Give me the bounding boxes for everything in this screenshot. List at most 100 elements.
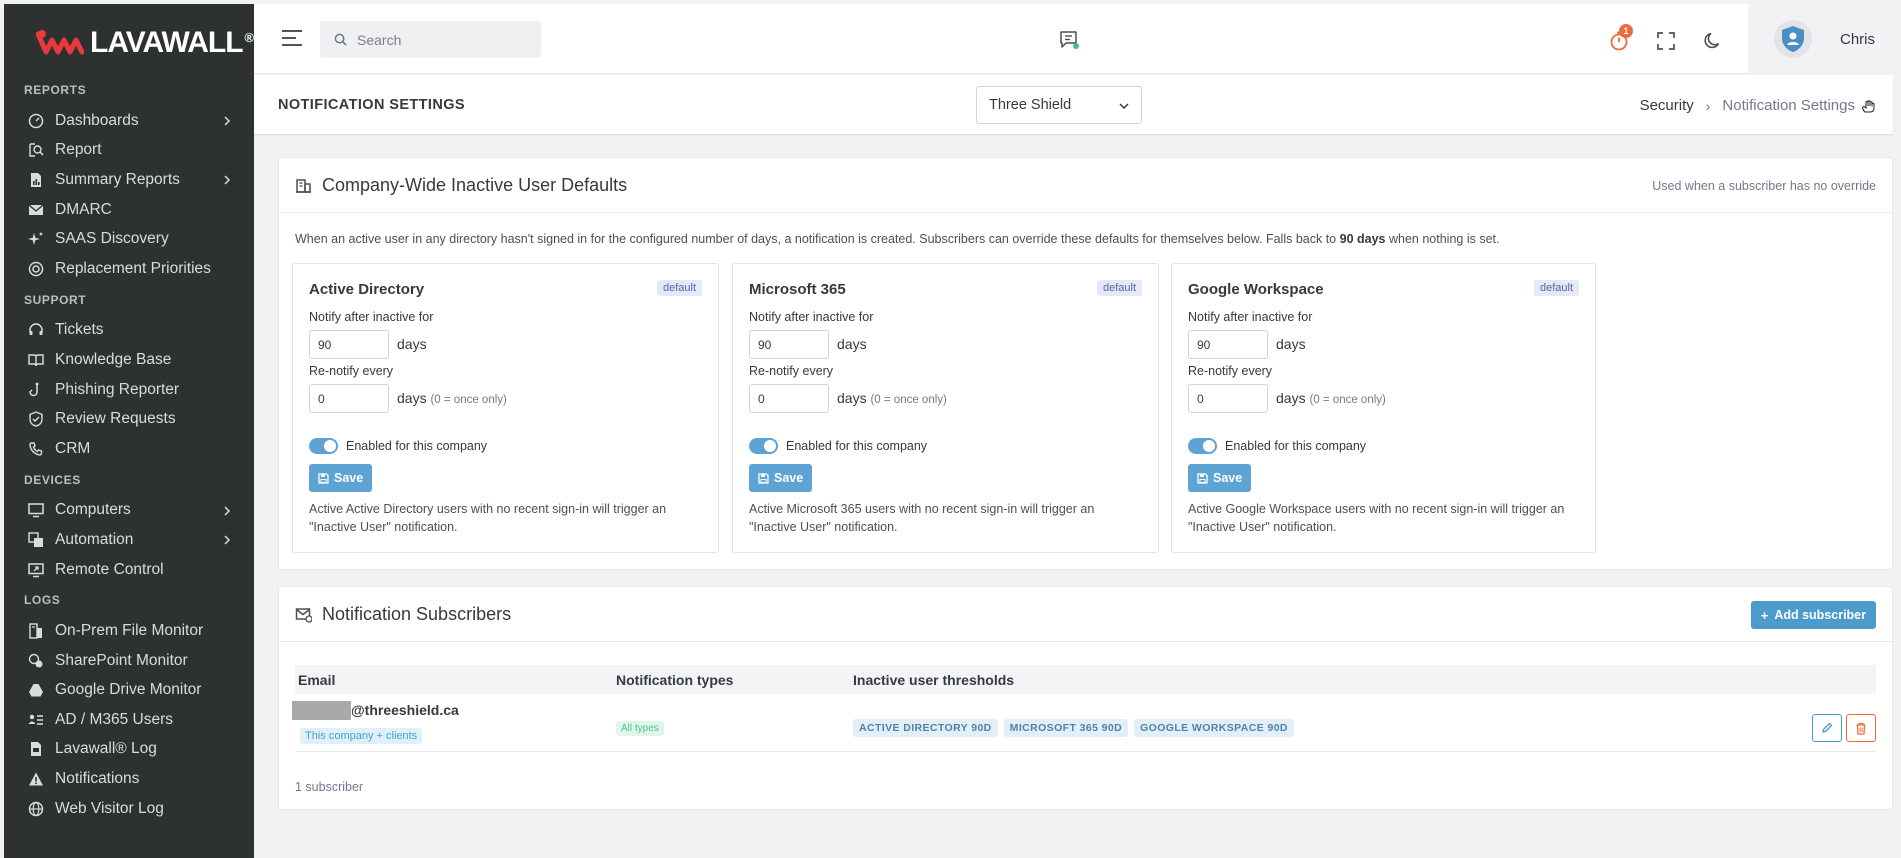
- chat-icon[interactable]: [1058, 29, 1080, 51]
- remote-desktop-icon: [28, 562, 44, 577]
- sidebar-item-replacement-priorities[interactable]: Replacement Priorities: [4, 254, 254, 284]
- chevron-right-icon: [224, 506, 231, 516]
- save-button[interactable]: Save: [749, 464, 813, 492]
- save-button-label: Save: [774, 471, 804, 485]
- lavawall-logo-icon: [36, 30, 84, 55]
- threshold-badges: ACTIVE DIRECTORY 90D MICROSOFT 365 90D G…: [853, 719, 1294, 737]
- renotify-days-text: days (0 = once only): [397, 390, 507, 406]
- topbar: 1 Chris: [254, 4, 1900, 74]
- breadcrumb-security[interactable]: Security: [1640, 97, 1694, 114]
- directory-note: Active Microsoft 365 users with no recen…: [749, 502, 1095, 534]
- globe-icon: [28, 801, 44, 816]
- default-badge: default: [1533, 280, 1579, 296]
- default-badge: default: [656, 280, 702, 296]
- target-icon: [28, 261, 44, 277]
- breadcrumb-separator: ›: [1705, 97, 1711, 114]
- enabled-toggle-label: Enabled for this company: [346, 439, 488, 453]
- scope-badge: This company + clients: [300, 728, 423, 744]
- sidebar-item-notifications[interactable]: Notifications: [4, 764, 254, 794]
- dark-mode-icon[interactable]: [1703, 31, 1723, 51]
- edit-subscriber-button[interactable]: [1812, 714, 1842, 742]
- user-name: Chris: [1840, 30, 1876, 48]
- sidebar-item-report[interactable]: Report: [4, 136, 254, 166]
- fullscreen-icon[interactable]: [1656, 31, 1676, 51]
- defaults-card-note: Used when a subscriber has no override: [1652, 179, 1876, 193]
- subscriber-email: @threeshield.ca: [351, 702, 459, 718]
- delete-subscriber-button[interactable]: [1846, 714, 1876, 742]
- enabled-toggle[interactable]: [749, 438, 778, 454]
- sidebar-item-ad-m365-users[interactable]: AD / M365 Users: [4, 705, 254, 735]
- users-list-icon: [28, 714, 43, 725]
- sidebar-item-lavawall-log[interactable]: Lavawall® Log: [4, 735, 254, 765]
- floppy-disk-icon: [318, 472, 329, 484]
- log-file-icon: [31, 742, 41, 757]
- monitor-icon: [28, 503, 44, 518]
- timer-badge: 1: [1619, 24, 1633, 38]
- sidebar-item-label: Review Requests: [55, 410, 176, 428]
- sidebar-item-automation[interactable]: Automation: [4, 525, 254, 555]
- user-menu[interactable]: Chris: [1748, 4, 1900, 74]
- save-button[interactable]: Save: [1188, 464, 1252, 492]
- brand-logo[interactable]: LAVAWALL ®: [4, 4, 254, 82]
- file-chart-icon: [31, 172, 41, 187]
- sidebar-item-sharepoint-monitor[interactable]: SharePoint Monitor: [4, 646, 254, 676]
- mail-check-icon: [28, 204, 44, 215]
- sidebar-item-crm[interactable]: CRM: [4, 434, 254, 464]
- search-box[interactable]: [320, 21, 541, 58]
- types-badge: All types: [616, 721, 664, 736]
- directory-name: Google Workspace: [1188, 281, 1324, 298]
- sidebar-item-label: Phishing Reporter: [55, 380, 180, 398]
- sidebar-item-computers[interactable]: Computers: [4, 496, 254, 526]
- notify-days-input[interactable]: [749, 330, 829, 359]
- sidebar-item-tickets[interactable]: Tickets: [4, 316, 254, 346]
- sidebar-item-google-drive-monitor[interactable]: Google Drive Monitor: [4, 676, 254, 706]
- sidebar-item-summary-reports[interactable]: Summary Reports: [4, 165, 254, 195]
- pencil-icon: [1822, 722, 1833, 733]
- renotify-days-input[interactable]: [749, 384, 829, 413]
- default-badge: default: [1096, 280, 1142, 296]
- sidebar-item-label: Lavawall® Log: [55, 740, 157, 758]
- add-subscriber-button[interactable]: + Add subscriber: [1750, 601, 1876, 629]
- notify-days-input[interactable]: [1188, 330, 1268, 359]
- notify-label: Notify after inactive for: [749, 310, 874, 324]
- chevron-down-icon: [1119, 103, 1129, 110]
- avatar: [1774, 20, 1812, 58]
- sidebar-item-knowledge-base[interactable]: Knowledge Base: [4, 345, 254, 375]
- sidebar-item-remote-control[interactable]: Remote Control: [4, 555, 254, 585]
- save-button[interactable]: Save: [309, 464, 373, 492]
- renotify-days-input[interactable]: [309, 384, 389, 413]
- sidebar-item-dashboards[interactable]: Dashboards: [4, 106, 254, 136]
- page-header: NOTIFICATION SETTINGS Three Shield Secur…: [254, 75, 1893, 135]
- chevron-right-icon: [224, 535, 231, 545]
- notify-days-input[interactable]: [309, 330, 389, 359]
- sidebar-item-dmarc[interactable]: DMARC: [4, 195, 254, 225]
- save-button-label: Save: [1213, 471, 1243, 485]
- sidebar-item-review-requests[interactable]: Review Requests: [4, 404, 254, 434]
- directory-card-microsoft-365: Microsoft 365 default Notify after inactiv…: [732, 263, 1159, 553]
- search-input[interactable]: [357, 31, 527, 48]
- company-select[interactable]: Three Shield: [976, 86, 1142, 124]
- sidebar-item-label: Tickets: [55, 321, 104, 339]
- sidebar-item-saas-discovery[interactable]: SAAS Discovery: [4, 224, 254, 254]
- sidebar-item-on-prem-file-monitor[interactable]: On-Prem File Monitor: [4, 616, 254, 646]
- enabled-toggle[interactable]: [1188, 438, 1217, 454]
- column-notification-types: Notification types: [616, 671, 734, 688]
- sidebar-item-label: Dashboards: [55, 111, 139, 129]
- enabled-toggle[interactable]: [309, 438, 338, 454]
- cursor-hand-icon: [1862, 99, 1875, 112]
- column-email: Email: [298, 671, 336, 688]
- sidebar-item-label: Knowledge Base: [55, 350, 172, 368]
- renotify-days-input[interactable]: [1188, 384, 1268, 413]
- report-search-icon: [29, 143, 44, 158]
- renotify-label: Re-notify every: [749, 364, 834, 378]
- add-subscriber-label: Add subscriber: [1774, 608, 1866, 622]
- redacted-email-user: [292, 701, 351, 720]
- nav-section-logs: LOGS: [24, 593, 61, 608]
- shield-check-icon: [29, 411, 43, 427]
- notify-days-unit: days: [397, 336, 427, 352]
- sidebar-item-phishing-reporter[interactable]: Phishing Reporter: [4, 375, 254, 405]
- hamburger-menu-icon[interactable]: [282, 29, 304, 47]
- description-text: When an active user in any directory has…: [295, 232, 1337, 246]
- sidebar-item-web-visitor-log[interactable]: Web Visitor Log: [4, 794, 254, 824]
- defaults-card-title: Company-Wide Inactive User Defaults: [322, 174, 628, 195]
